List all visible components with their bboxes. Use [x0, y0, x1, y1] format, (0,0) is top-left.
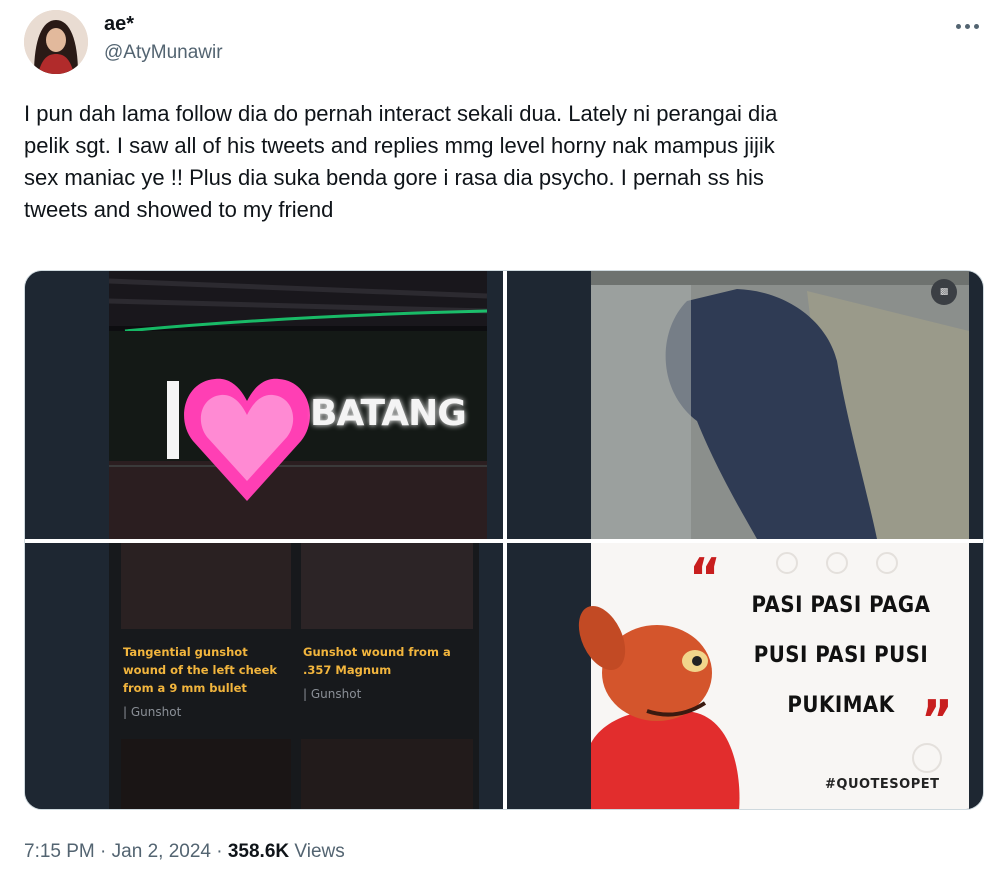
quote-line-2: PUSI PASI PUSI: [753, 643, 929, 668]
user-names: ae* @AtyMunawir: [104, 12, 223, 66]
media-image-3[interactable]: Tangential gunshot wound of the left che…: [25, 543, 503, 809]
quote-hashtag: #QUOTESOPET: [825, 777, 940, 792]
card-tag: | Gunshot: [303, 687, 362, 701]
card-title: Tangential gunshot wound of the left che…: [123, 645, 278, 695]
gunshot-card-2[interactable]: Gunshot wound from a .357 Magnum | Gunsh…: [303, 643, 475, 701]
gunshot-card-1[interactable]: Tangential gunshot wound of the left che…: [123, 643, 293, 719]
tweet-text: I pun dah lama follow dia do pernah inte…: [24, 101, 778, 222]
gif-badge-icon: ▩: [931, 279, 957, 305]
tweet-date[interactable]: Jan 2, 2024: [112, 841, 211, 862]
media-image-4[interactable]: “ PASI PASI PAGA PUSI PASI PUSI PUKIMAK …: [507, 543, 983, 809]
user-handle[interactable]: @AtyMunawir: [104, 40, 223, 66]
separator: ·: [94, 841, 112, 862]
tweet-meta: 7:15 PM · Jan 2, 2024 · 358.6K Views: [24, 838, 345, 866]
tweet-time[interactable]: 7:15 PM: [24, 841, 95, 862]
display-name[interactable]: ae*: [104, 12, 223, 36]
quote-line-1: PASI PASI PAGA: [751, 593, 931, 618]
avatar[interactable]: [24, 10, 88, 74]
media-grid: I BATANG ▩ Tangential gunshot wound of t…: [24, 270, 984, 810]
quote-open-mark: “: [689, 547, 722, 610]
card-title: Gunshot wound from a .357 Magnum: [303, 645, 451, 677]
views-count[interactable]: 358.6K: [228, 841, 289, 862]
tweet-header: ae* @AtyMunawir: [24, 10, 984, 74]
more-horizontal-icon[interactable]: [950, 12, 984, 40]
separator: ·: [210, 841, 228, 862]
sign-text-batang: BATANG: [310, 393, 467, 434]
media-image-2[interactable]: ▩: [507, 271, 983, 539]
views-label: Views: [289, 841, 345, 862]
media-image-1[interactable]: I BATANG: [25, 271, 503, 539]
quote-close-mark: ”: [921, 689, 954, 752]
card-tag: | Gunshot: [123, 705, 182, 719]
